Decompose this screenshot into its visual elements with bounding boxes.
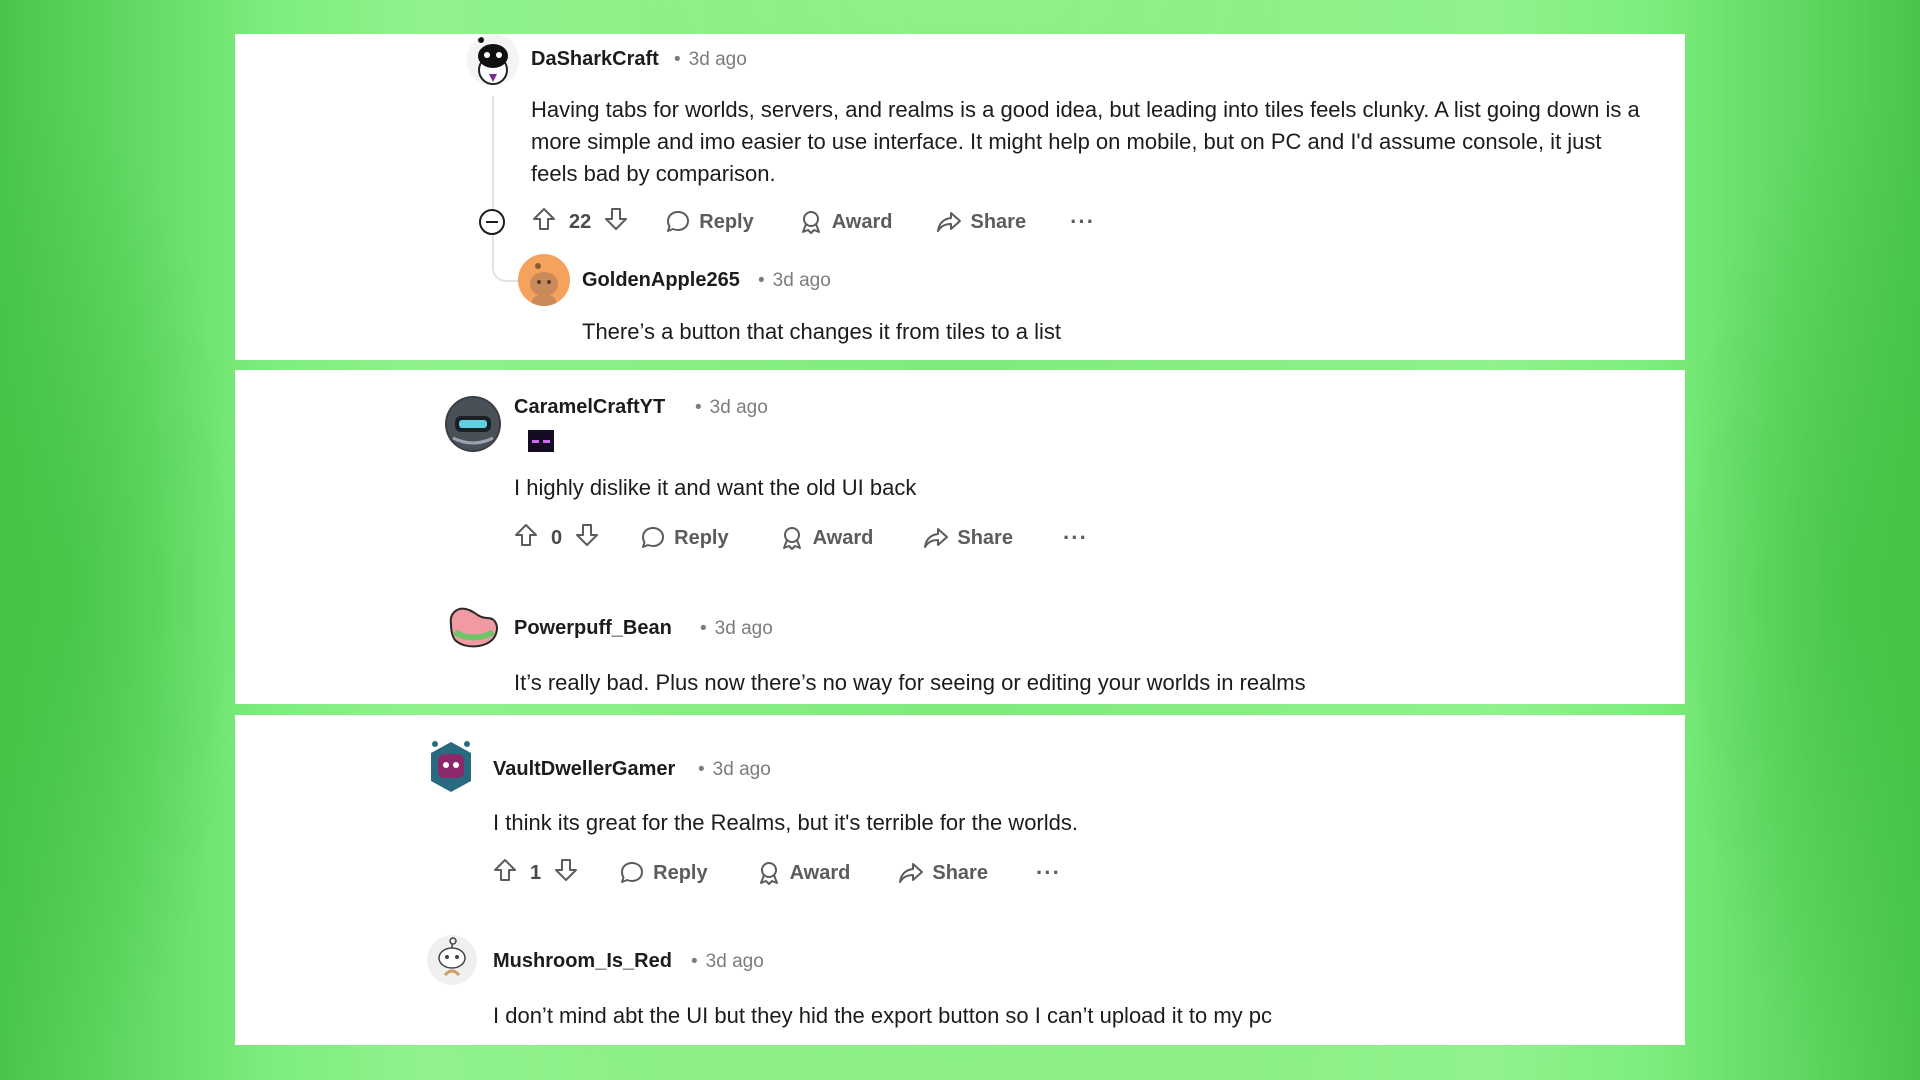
meta-dot: • bbox=[691, 951, 698, 972]
bean-avatar[interactable] bbox=[445, 602, 501, 652]
timestamp-text: 3d ago bbox=[688, 49, 747, 70]
share-button[interactable]: Share bbox=[936, 209, 1026, 235]
more-options-icon[interactable]: ··· bbox=[1036, 860, 1061, 886]
upvote-icon[interactable] bbox=[531, 206, 557, 238]
more-options-icon[interactable]: ··· bbox=[1063, 525, 1088, 551]
award-label: Award bbox=[831, 210, 893, 233]
reply-button[interactable]: Reply bbox=[640, 525, 729, 551]
award-button[interactable]: Award bbox=[779, 525, 874, 551]
reply-body: There’s a button that changes it from ti… bbox=[582, 319, 1061, 344]
vote-count: 1 bbox=[530, 861, 542, 884]
reply-timestamp[interactable]: • 3d ago bbox=[691, 951, 764, 973]
award-icon bbox=[798, 209, 824, 235]
share-icon bbox=[936, 209, 962, 235]
timestamp-text: 3d ago bbox=[712, 759, 771, 780]
downvote-icon[interactable] bbox=[603, 206, 629, 238]
comment-card-2: CaramelCraftYT • 3d ago I highly dislike … bbox=[235, 370, 1685, 704]
upvote-icon[interactable] bbox=[492, 857, 518, 889]
collapse-icon[interactable] bbox=[478, 208, 506, 236]
reply-label: Reply bbox=[653, 861, 708, 884]
reply-label: Reply bbox=[699, 210, 754, 233]
comment-bubble-icon bbox=[640, 525, 666, 551]
share-button[interactable]: Share bbox=[923, 525, 1013, 551]
share-label: Share bbox=[970, 210, 1027, 233]
more-options-icon[interactable]: ··· bbox=[1070, 209, 1095, 235]
award-icon bbox=[756, 860, 782, 886]
meta-dot: • bbox=[698, 759, 705, 780]
reply-button[interactable]: Reply bbox=[665, 209, 754, 235]
enderman-flair-icon bbox=[526, 426, 556, 456]
timestamp-text: 3d ago bbox=[714, 618, 773, 639]
award-button[interactable]: Award bbox=[798, 209, 893, 235]
comment-timestamp[interactable]: • 3d ago bbox=[695, 397, 768, 419]
reply-timestamp[interactable]: • 3d ago bbox=[758, 270, 831, 292]
vote-group: 1 bbox=[492, 857, 579, 889]
comment-timestamp[interactable]: • 3d ago bbox=[698, 759, 771, 781]
meta-dot: • bbox=[758, 270, 765, 291]
meta-dot: • bbox=[700, 618, 707, 639]
comment-actions: 1 Reply Award Share ··· bbox=[492, 855, 1061, 891]
share-button[interactable]: Share bbox=[898, 860, 988, 886]
helmet-avatar[interactable] bbox=[445, 396, 501, 452]
meta-dot: • bbox=[674, 49, 681, 70]
award-label: Award bbox=[789, 861, 851, 884]
vote-group: 22 bbox=[531, 206, 629, 238]
comment-author[interactable]: CaramelCraftYT bbox=[514, 396, 665, 419]
snoo-shark-avatar[interactable] bbox=[467, 34, 519, 86]
reply-body: It’s really bad. Plus now there’s no way… bbox=[514, 670, 1306, 695]
reply-timestamp[interactable]: • 3d ago bbox=[700, 618, 773, 640]
comment-bubble-icon bbox=[665, 209, 691, 235]
reply-author[interactable]: GoldenApple265 bbox=[582, 269, 740, 292]
comment-card-1: DaSharkCraft • 3d ago Having tabs for wor… bbox=[235, 34, 1685, 360]
share-label: Share bbox=[957, 526, 1013, 549]
share-icon bbox=[898, 860, 924, 886]
award-label: Award bbox=[812, 526, 874, 549]
snoo-orange-avatar[interactable] bbox=[518, 254, 570, 306]
reply-label: Reply bbox=[674, 526, 729, 549]
comment-body: I highly dislike it and want the old UI … bbox=[514, 475, 917, 500]
robot-avatar[interactable] bbox=[425, 738, 477, 796]
comment-timestamp[interactable]: • 3d ago bbox=[674, 49, 747, 71]
reply-author[interactable]: Powerpuff_Bean bbox=[514, 617, 672, 640]
reply-button[interactable]: Reply bbox=[619, 860, 708, 886]
share-label: Share bbox=[932, 861, 988, 884]
timestamp-text: 3d ago bbox=[709, 397, 768, 418]
comment-bubble-icon bbox=[619, 860, 645, 886]
reply-body: I don’t mind abt the UI but they hid the… bbox=[493, 1003, 1273, 1028]
reply-author[interactable]: Mushroom_Is_Red bbox=[493, 950, 672, 973]
downvote-icon[interactable] bbox=[553, 857, 579, 889]
comment-card-3: VaultDwellerGamer • 3d ago I think its gr… bbox=[235, 715, 1685, 1045]
comment-author[interactable]: DaSharkCraft bbox=[531, 48, 659, 71]
comment-actions: 22 Reply Award Share ··· bbox=[531, 204, 1095, 240]
comment-body: Having tabs for worlds, servers, and rea… bbox=[531, 97, 1640, 186]
timestamp-text: 3d ago bbox=[705, 951, 764, 972]
award-icon bbox=[779, 525, 805, 551]
timestamp-text: 3d ago bbox=[772, 270, 831, 291]
upvote-icon[interactable] bbox=[513, 522, 539, 554]
downvote-icon[interactable] bbox=[574, 522, 600, 554]
award-button[interactable]: Award bbox=[756, 860, 851, 886]
meta-dot: • bbox=[695, 397, 702, 418]
snoo-sketch-avatar[interactable] bbox=[425, 933, 479, 987]
comment-body: I think its great for the Realms, but it… bbox=[493, 810, 1078, 835]
vote-group: 0 bbox=[513, 522, 600, 554]
comment-author[interactable]: VaultDwellerGamer bbox=[493, 758, 675, 781]
vote-count: 0 bbox=[551, 526, 563, 549]
vote-count: 22 bbox=[569, 210, 592, 233]
comment-actions: 0 Reply Award Share ··· bbox=[513, 520, 1088, 556]
share-icon bbox=[923, 525, 949, 551]
